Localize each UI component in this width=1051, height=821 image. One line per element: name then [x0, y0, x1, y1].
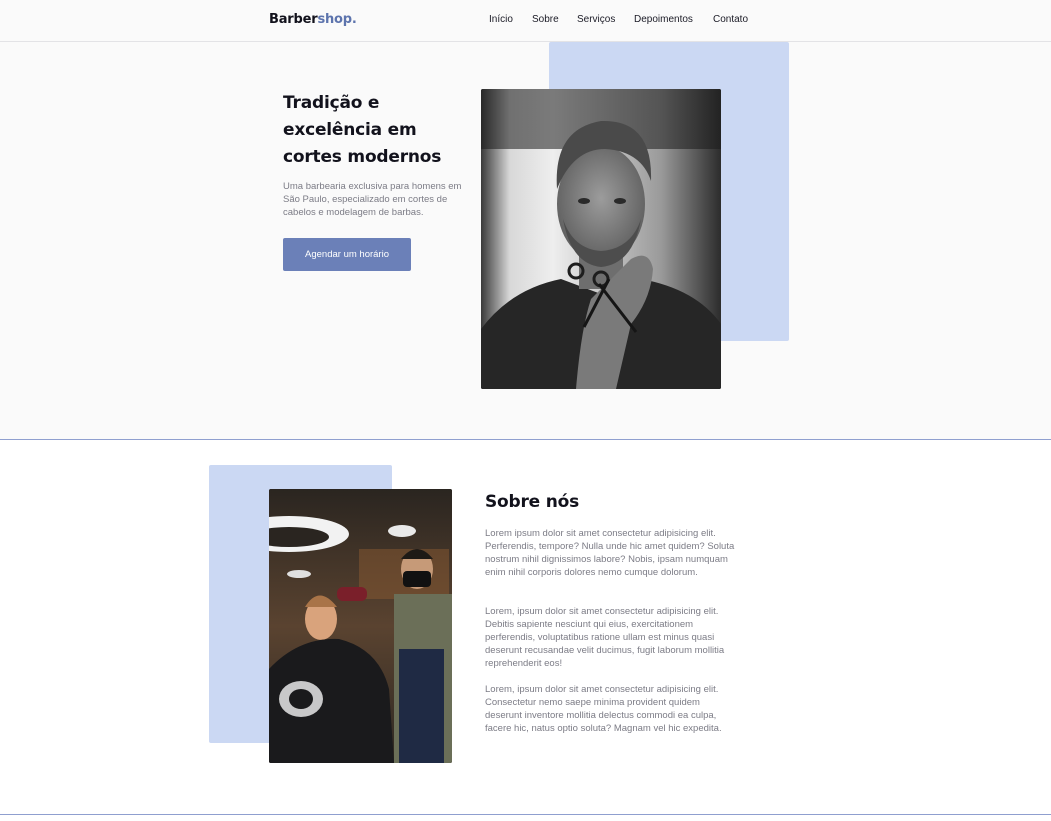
hero-title: Tradição e excelência em cortes modernos	[283, 93, 442, 167]
hero-section: Tradição e excelência em cortes modernos…	[0, 42, 1051, 440]
barber-portrait-illustration	[481, 89, 721, 389]
about-paragraph: Lorem, ipsum dolor sit amet consectetur …	[485, 684, 722, 734]
about-paragraph: Lorem, ipsum dolor sit amet consectetur …	[485, 606, 725, 669]
nav-link-contato[interactable]: Contato	[713, 14, 748, 25]
main-nav: Início Sobre Serviços Depoimentos Contat…	[0, 14, 1051, 28]
nav-link-inicio[interactable]: Início	[489, 14, 513, 25]
book-appointment-button[interactable]: Agendar um horário	[283, 238, 411, 271]
nav-link-sobre[interactable]: Sobre	[532, 14, 559, 25]
barbershop-scene-illustration	[269, 489, 452, 763]
hero-description: Uma barbearia exclusiva para homens em S…	[283, 181, 462, 218]
about-title: Sobre nós	[485, 492, 580, 512]
site-header: Barbershop. Início Sobre Serviços Depoim…	[0, 0, 1051, 42]
about-section: Sobre nós Lorem ipsum dolor sit amet con…	[0, 441, 1051, 815]
barber-portrait-image	[481, 89, 721, 389]
nav-link-depoimentos[interactable]: Depoimentos	[634, 14, 693, 25]
barbershop-scene-image	[269, 489, 452, 763]
about-paragraph: Lorem ipsum dolor sit amet consectetur a…	[485, 528, 735, 578]
nav-link-servicos[interactable]: Serviços	[577, 14, 615, 25]
